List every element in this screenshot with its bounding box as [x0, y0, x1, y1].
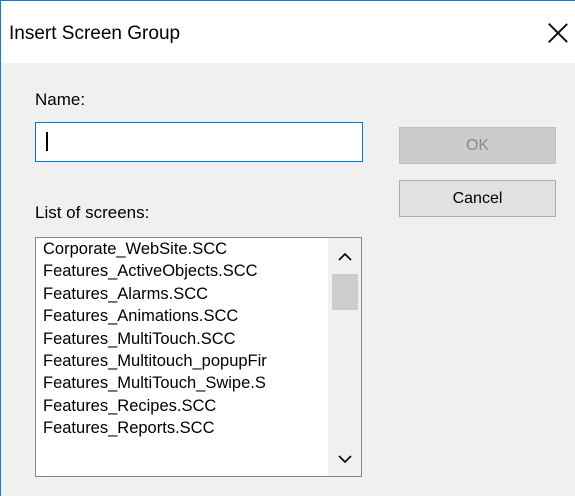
name-input[interactable]: [35, 122, 363, 162]
screens-list-items: Corporate_WebSite.SCC Features_ActiveObj…: [36, 238, 328, 476]
ok-button[interactable]: OK: [399, 127, 556, 164]
list-item[interactable]: Features_Alarms.SCC: [36, 283, 328, 305]
vertical-scrollbar[interactable]: [328, 238, 361, 476]
list-item[interactable]: Features_MultiTouch.SCC: [36, 328, 328, 350]
dialog-title: Insert Screen Group: [9, 23, 181, 44]
name-label: Name:: [35, 90, 86, 109]
screens-listbox[interactable]: Corporate_WebSite.SCC Features_ActiveObj…: [35, 237, 362, 477]
text-caret: [46, 132, 48, 151]
chevron-down-icon[interactable]: [336, 450, 354, 468]
close-icon[interactable]: [545, 20, 571, 46]
list-item[interactable]: Corporate_WebSite.SCC: [36, 238, 328, 260]
list-item[interactable]: Features_Animations.SCC: [36, 305, 328, 327]
insert-screen-group-dialog: Insert Screen Group Name: OK Cancel List…: [0, 0, 575, 496]
scrollbar-thumb[interactable]: [332, 274, 358, 310]
list-item[interactable]: Features_Recipes.SCC: [36, 395, 328, 417]
list-item[interactable]: Features_MultiTouch_Swipe.S: [36, 372, 328, 394]
title-bar[interactable]: Insert Screen Group: [1, 1, 575, 63]
list-of-screens-label: List of screens:: [35, 203, 150, 222]
cancel-button[interactable]: Cancel: [399, 180, 556, 217]
list-item[interactable]: Features_Reports.SCC: [36, 417, 328, 439]
chevron-up-icon[interactable]: [336, 248, 354, 266]
list-item[interactable]: Features_Multitouch_popupFir: [36, 350, 328, 372]
list-item[interactable]: Features_ActiveObjects.SCC: [36, 260, 328, 282]
